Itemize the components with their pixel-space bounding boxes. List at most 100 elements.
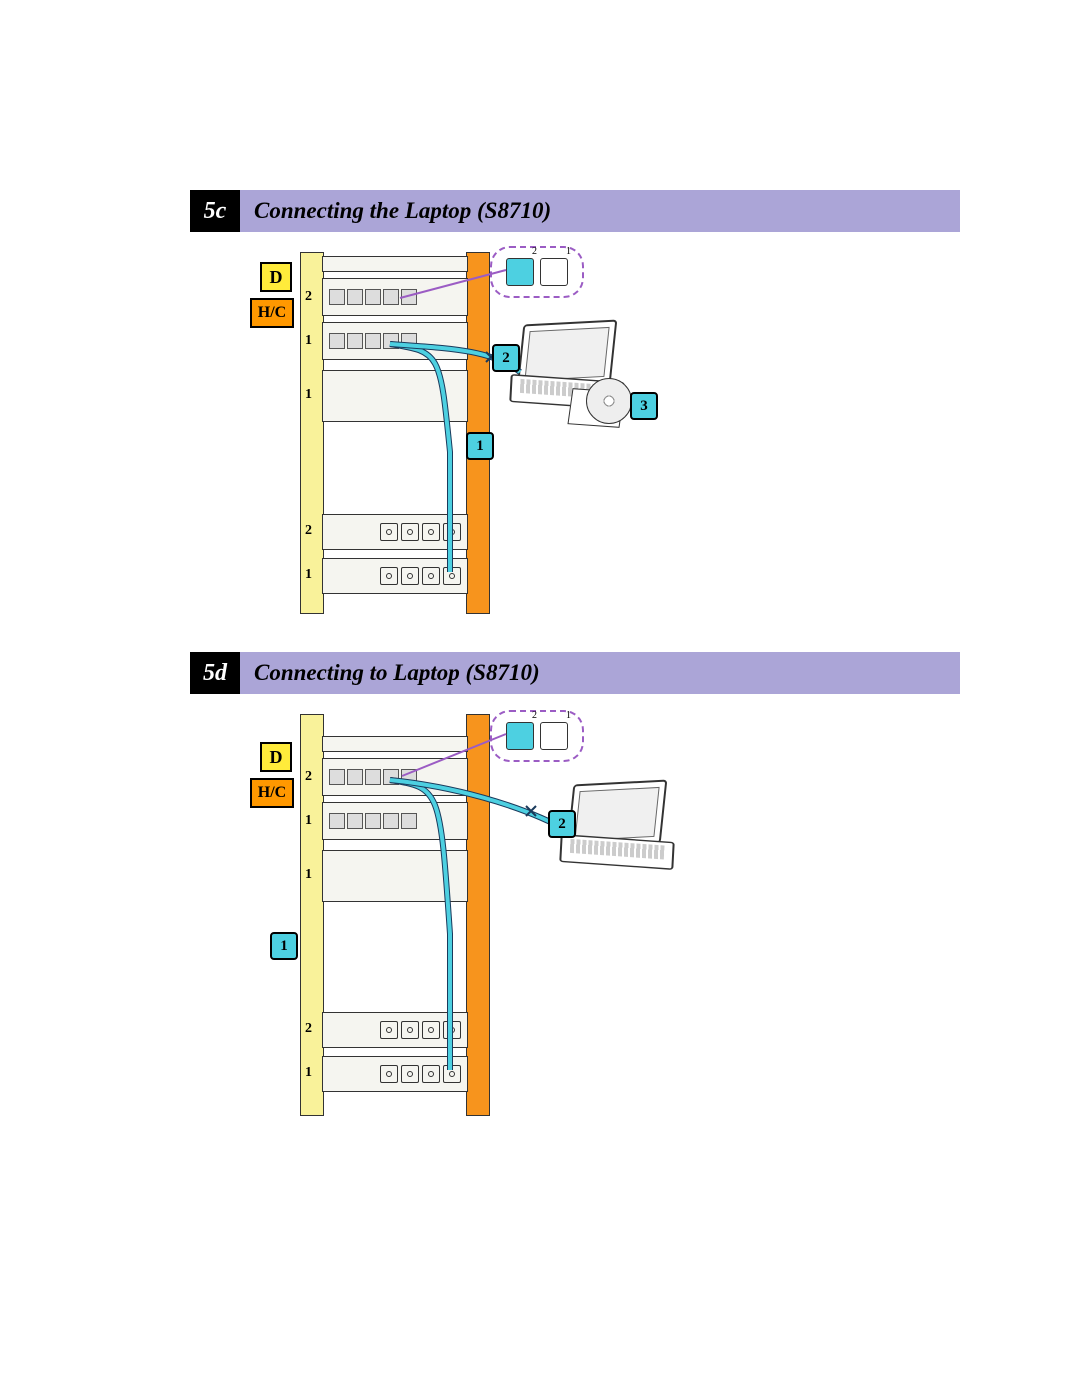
port-icon <box>401 333 417 349</box>
section-5d: 5d Connecting to Laptop (S8710) D H/C 2 <box>190 652 960 1114</box>
section-number: 5d <box>190 652 240 694</box>
section-number: 5c <box>190 190 240 232</box>
outlet-icon <box>380 1065 398 1083</box>
server-unit-1: 1 <box>322 322 468 360</box>
documentation-disc-icon <box>570 382 630 422</box>
legend-hc-badge: H/C <box>250 298 294 328</box>
server-ports <box>329 809 461 833</box>
laptop-keyboard <box>570 839 665 860</box>
section-5c: 5c Connecting the Laptop (S8710) D H/C 2 <box>190 190 960 612</box>
port-icon <box>329 333 345 349</box>
cable-paths <box>190 252 890 612</box>
legend-hc-badge: H/C <box>250 778 294 808</box>
port-icon <box>329 769 345 785</box>
figure-5d: D H/C 2 1 <box>190 714 960 1114</box>
outlet-icon <box>422 1021 440 1039</box>
outlet-icon <box>380 567 398 585</box>
server-rack: 2 1 1 2 <box>300 714 490 1114</box>
laptop-icon <box>560 782 680 872</box>
ethernet-jack-icon <box>540 258 568 286</box>
section-header-5d: 5d Connecting to Laptop (S8710) <box>190 652 960 694</box>
zoom-port-label: 2 <box>532 246 537 257</box>
port-icon <box>401 289 417 305</box>
port-icon <box>365 813 381 829</box>
port-icon <box>365 769 381 785</box>
cd-icon <box>586 378 632 424</box>
unit-label: 1 <box>305 867 312 883</box>
unit-label: 1 <box>305 1065 312 1081</box>
pdu-unit-1: 1 <box>322 1056 468 1092</box>
zoom-port-label: 1 <box>566 246 571 257</box>
outlet-icon <box>401 567 419 585</box>
unit-label: 2 <box>305 523 312 539</box>
port-icon <box>365 289 381 305</box>
zoom-port-label: 2 <box>532 710 537 721</box>
figure-5c: D H/C 2 1 <box>190 252 960 612</box>
port-icon <box>329 813 345 829</box>
port-icon <box>347 289 363 305</box>
unit-label: 1 <box>305 813 312 829</box>
server-unit-2: 2 <box>322 278 468 316</box>
pdu-outlets <box>329 563 461 589</box>
outlet-icon <box>422 523 440 541</box>
page: 5c Connecting the Laptop (S8710) D H/C 2 <box>0 0 1080 1397</box>
pdu-unit-2: 2 <box>322 514 468 550</box>
rack-rail-left <box>300 252 324 614</box>
pdu-outlets <box>329 519 461 545</box>
server-ports <box>329 765 461 789</box>
outlet-icon <box>443 567 461 585</box>
section-title: Connecting to Laptop (S8710) <box>240 652 960 694</box>
outlet-icon <box>443 1021 461 1039</box>
section-title: Connecting the Laptop (S8710) <box>240 190 960 232</box>
server-rack: 2 1 1 2 <box>300 252 490 612</box>
port-icon <box>365 333 381 349</box>
callout-1: 1 <box>270 932 298 960</box>
laptop-screen <box>574 787 659 841</box>
cable-paths <box>190 714 890 1114</box>
section-header-5c: 5c Connecting the Laptop (S8710) <box>190 190 960 232</box>
outlet-icon <box>401 1065 419 1083</box>
outlet-icon <box>380 1021 398 1039</box>
port-icon <box>383 289 399 305</box>
outlet-icon <box>422 1065 440 1083</box>
port-icon <box>401 813 417 829</box>
legend: D H/C <box>250 742 294 808</box>
port-icon <box>347 333 363 349</box>
unit-label: 2 <box>305 289 312 305</box>
port-zoom-callout: 2 1 <box>490 710 584 762</box>
pdu-outlets <box>329 1061 461 1087</box>
outlet-icon <box>443 523 461 541</box>
ethernet-jack-icon <box>506 722 534 750</box>
callout-3: 3 <box>630 392 658 420</box>
port-icon <box>347 769 363 785</box>
port-icon <box>401 769 417 785</box>
port-icon <box>383 813 399 829</box>
unit-label: 2 <box>305 1021 312 1037</box>
callout-2: 2 <box>492 344 520 372</box>
ethernet-jack-icon <box>540 722 568 750</box>
blank-unit: 1 <box>322 370 468 422</box>
unit-label: 1 <box>305 387 312 403</box>
server-unit-2: 2 <box>322 758 468 796</box>
outlet-icon <box>401 1021 419 1039</box>
outlet-icon <box>443 1065 461 1083</box>
ethernet-jack-icon <box>506 258 534 286</box>
pdu-unit-2: 2 <box>322 1012 468 1048</box>
outlet-icon <box>401 523 419 541</box>
port-zoom-callout: 2 1 <box>490 246 584 298</box>
server-unit-1: 1 <box>322 802 468 840</box>
outlet-icon <box>422 567 440 585</box>
port-icon <box>383 769 399 785</box>
outlet-icon <box>380 523 398 541</box>
zoom-port-label: 1 <box>566 710 571 721</box>
rack-rail-right <box>466 714 490 1116</box>
port-icon <box>383 333 399 349</box>
unit-label: 1 <box>305 567 312 583</box>
legend: D H/C <box>250 262 294 328</box>
unit-label: 1 <box>305 333 312 349</box>
rack-top-strip <box>322 256 468 272</box>
callout-1: 1 <box>466 432 494 460</box>
rack-top-strip <box>322 736 468 752</box>
pdu-unit-1: 1 <box>322 558 468 594</box>
rack-rail-left <box>300 714 324 1116</box>
